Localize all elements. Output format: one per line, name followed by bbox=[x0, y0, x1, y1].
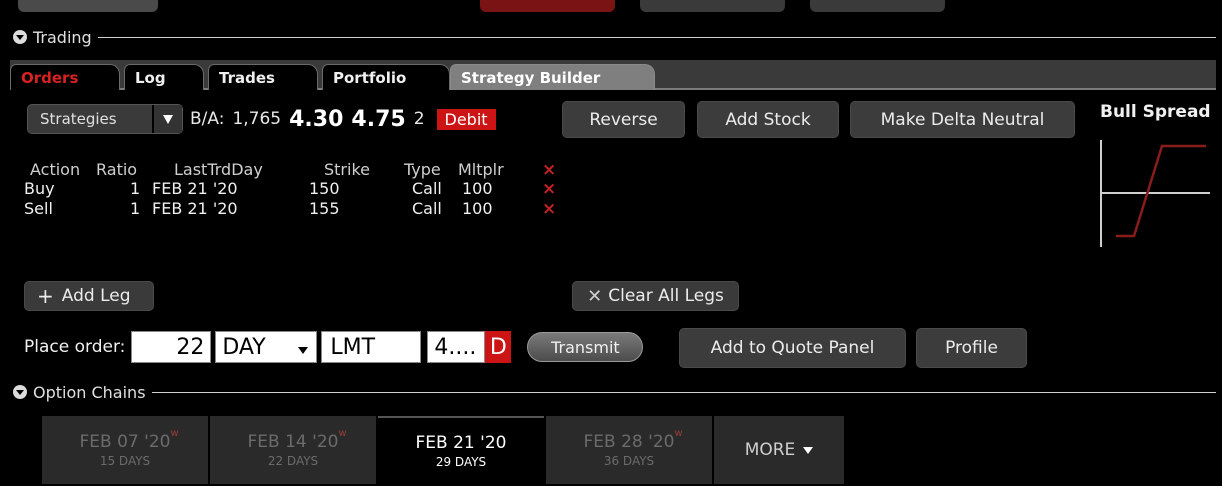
add-leg-label: Add Leg bbox=[61, 286, 131, 306]
trading-tabbar: Orders Log Trades Portfolio Strategy Bui… bbox=[10, 60, 1216, 90]
place-order-row: Place order: 22 DAY LMT 4.... D Transmit bbox=[24, 330, 644, 364]
expiry-tabs: FEB 07 '20 w 15 DAYS FEB 14 '20 w 22 DAYS … bbox=[42, 416, 846, 484]
expiry-days: 22 DAYS bbox=[267, 454, 319, 468]
collapse-triangle-icon[interactable] bbox=[13, 30, 27, 44]
strategy-builder-panel: Strategies B/A: 1,765 4.30 4.75 2 Debit … bbox=[10, 92, 1216, 372]
section-divider bbox=[151, 391, 1216, 393]
price-side-badge[interactable]: D bbox=[485, 331, 512, 363]
tif-select[interactable]: DAY bbox=[215, 331, 318, 363]
leg-action: Buy bbox=[24, 179, 55, 198]
tab-strategy-builder[interactable]: Strategy Builder bbox=[450, 64, 655, 90]
leg-lasttrdday: FEB 21 '20 bbox=[152, 179, 238, 198]
expiry-date: FEB 07 '20 w bbox=[79, 428, 179, 452]
chevron-down-icon bbox=[803, 446, 814, 454]
top-button-stub bbox=[480, 0, 615, 12]
debit-badge: Debit bbox=[436, 108, 496, 130]
close-icon: ✕ bbox=[587, 285, 603, 307]
chevron-down-icon[interactable] bbox=[152, 105, 182, 133]
leg-mltplr: 100 bbox=[462, 199, 493, 218]
expiry-date: FEB 21 '20 bbox=[416, 433, 507, 453]
profile-button[interactable]: Profile bbox=[916, 328, 1027, 368]
leg-action: Sell bbox=[24, 199, 53, 218]
make-delta-neutral-button[interactable]: Make Delta Neutral bbox=[850, 101, 1075, 138]
col-strike: Strike bbox=[324, 160, 370, 179]
top-button-stub bbox=[810, 0, 945, 12]
expiry-date-text: FEB 07 '20 bbox=[79, 432, 171, 452]
limit-price-field[interactable]: 4.... bbox=[427, 331, 486, 363]
expiry-tab[interactable]: FEB 28 '20 w 36 DAYS bbox=[546, 416, 712, 484]
weekly-marker: w bbox=[170, 428, 179, 439]
section-divider bbox=[97, 36, 1216, 38]
tab-trades[interactable]: Trades bbox=[208, 64, 318, 90]
trading-section-title: Trading bbox=[33, 27, 92, 47]
collapse-triangle-icon[interactable] bbox=[13, 385, 27, 399]
more-expiries-button[interactable]: MORE bbox=[714, 416, 844, 484]
top-toolbar-remnants bbox=[0, 0, 1222, 14]
expiry-days: 15 DAYS bbox=[99, 454, 151, 468]
expiry-days: 36 DAYS bbox=[603, 454, 655, 468]
expiry-date: FEB 14 '20 w bbox=[247, 428, 347, 452]
delete-all-icon[interactable]: × bbox=[542, 160, 556, 180]
more-label: MORE bbox=[744, 440, 796, 460]
col-type: Type bbox=[404, 160, 441, 179]
ba-size: 1,765 bbox=[232, 109, 282, 129]
ask-price: 4.75 bbox=[351, 106, 406, 132]
reverse-button[interactable]: Reverse bbox=[562, 101, 685, 138]
strategies-dropdown-label: Strategies bbox=[40, 110, 117, 128]
expiry-days: 29 DAYS bbox=[435, 455, 487, 469]
clear-all-legs-button[interactable]: ✕ Clear All Legs bbox=[572, 281, 739, 311]
place-order-label: Place order: bbox=[24, 337, 126, 357]
leg-strike: 155 bbox=[309, 199, 340, 218]
tab-log[interactable]: Log bbox=[124, 64, 204, 90]
order-type-field[interactable]: LMT bbox=[321, 331, 422, 363]
payoff-line bbox=[1116, 144, 1206, 238]
quantity-field[interactable]: 22 bbox=[131, 331, 212, 363]
weekly-marker: w bbox=[674, 428, 683, 439]
strategy-chart-title: Bull Spread bbox=[1100, 102, 1211, 122]
top-button-stub bbox=[18, 0, 158, 12]
top-button-stub bbox=[640, 0, 785, 12]
expiry-tab-active[interactable]: FEB 21 '20 29 DAYS bbox=[378, 416, 544, 484]
col-lasttrdday: LastTrdDay bbox=[174, 160, 263, 179]
expiry-date: FEB 28 '20 w bbox=[583, 428, 683, 452]
expiry-tab[interactable]: FEB 14 '20 w 22 DAYS bbox=[210, 416, 376, 484]
expiry-date-text: FEB 14 '20 bbox=[247, 432, 339, 452]
add-stock-button[interactable]: Add Stock bbox=[697, 101, 839, 138]
ba-quantity: 2 bbox=[413, 109, 425, 129]
leg-type: Call bbox=[412, 199, 442, 218]
trading-section-header[interactable]: Trading bbox=[0, 24, 1222, 50]
transmit-button[interactable]: Transmit bbox=[527, 332, 644, 362]
bid-price: 4.30 bbox=[289, 106, 344, 132]
chevron-down-icon[interactable] bbox=[298, 335, 308, 360]
leg-mltplr: 100 bbox=[462, 179, 493, 198]
tab-orders[interactable]: Orders bbox=[10, 64, 120, 90]
leg-lasttrdday: FEB 21 '20 bbox=[152, 199, 238, 218]
leg-ratio: 1 bbox=[130, 199, 141, 218]
expiry-tab[interactable]: FEB 07 '20 w 15 DAYS bbox=[42, 416, 208, 484]
expiry-date-text: FEB 28 '20 bbox=[583, 432, 675, 452]
col-ratio: Ratio bbox=[96, 160, 138, 179]
add-leg-button[interactable]: + Add Leg bbox=[24, 281, 154, 311]
bull-spread-payoff-chart bbox=[1100, 140, 1210, 247]
delete-leg-icon[interactable]: × bbox=[542, 179, 556, 199]
leg-type: Call bbox=[412, 179, 442, 198]
weekly-marker: w bbox=[338, 428, 347, 439]
tif-value: DAY bbox=[222, 334, 266, 360]
col-mltplr: Mltplr bbox=[458, 160, 504, 179]
expiry-date-text: FEB 21 '20 bbox=[415, 433, 507, 453]
plus-icon: + bbox=[37, 284, 54, 308]
leg-ratio: 1 bbox=[130, 179, 141, 198]
col-action: Action bbox=[30, 160, 81, 179]
delete-leg-icon[interactable]: × bbox=[542, 199, 556, 219]
option-chains-section-title: Option Chains bbox=[33, 382, 146, 402]
add-to-quote-panel-button[interactable]: Add to Quote Panel bbox=[679, 328, 906, 368]
option-chains-section-header[interactable]: Option Chains bbox=[0, 379, 1222, 405]
bid-ask-display: B/A: 1,765 4.30 4.75 2 Debit bbox=[190, 106, 496, 132]
leg-strike: 150 bbox=[309, 179, 340, 198]
tab-portfolio[interactable]: Portfolio bbox=[322, 64, 450, 90]
ba-label: B/A: bbox=[190, 109, 225, 129]
strategies-dropdown[interactable]: Strategies bbox=[27, 104, 183, 134]
clear-all-legs-label: Clear All Legs bbox=[608, 286, 724, 306]
